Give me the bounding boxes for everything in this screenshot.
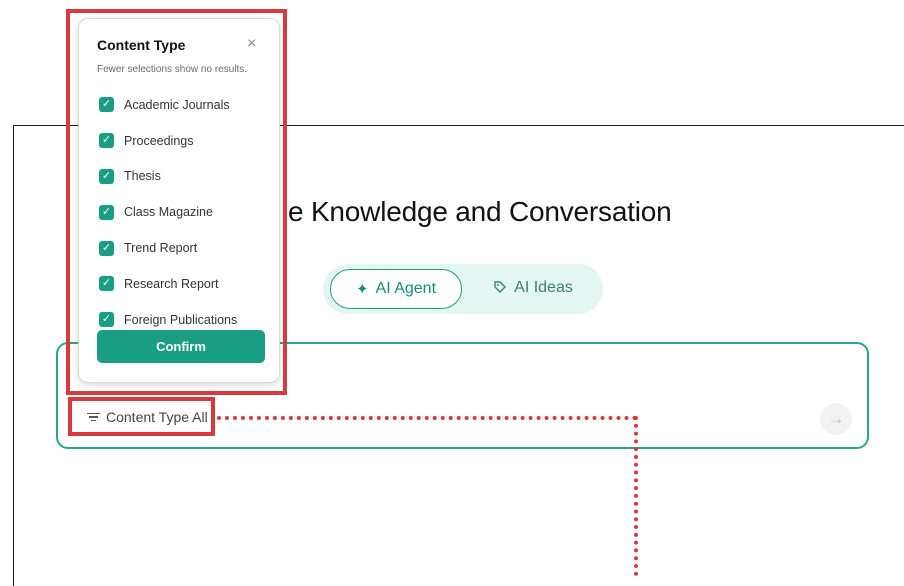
highlight-connector-horizontal [217, 416, 637, 420]
arrow-right-icon: → [827, 409, 845, 428]
ai-ideas-tab[interactable]: AI Ideas [483, 269, 583, 307]
highlight-connector-vertical [634, 416, 638, 576]
ai-agent-label: AI Agent [375, 280, 437, 297]
tag-icon [493, 280, 507, 297]
highlight-box-panel [66, 9, 287, 395]
page-headline: e Knowledge and Conversation [288, 196, 672, 227]
mode-toggle: ✦ AI Agent AI Ideas [323, 264, 603, 314]
highlight-box-filter [68, 397, 215, 436]
send-button[interactable]: → [820, 403, 852, 435]
ai-ideas-label: AI Ideas [514, 279, 573, 296]
ai-agent-tab[interactable]: ✦ AI Agent [330, 269, 462, 309]
sparkle-icon: ✦ [355, 280, 369, 298]
